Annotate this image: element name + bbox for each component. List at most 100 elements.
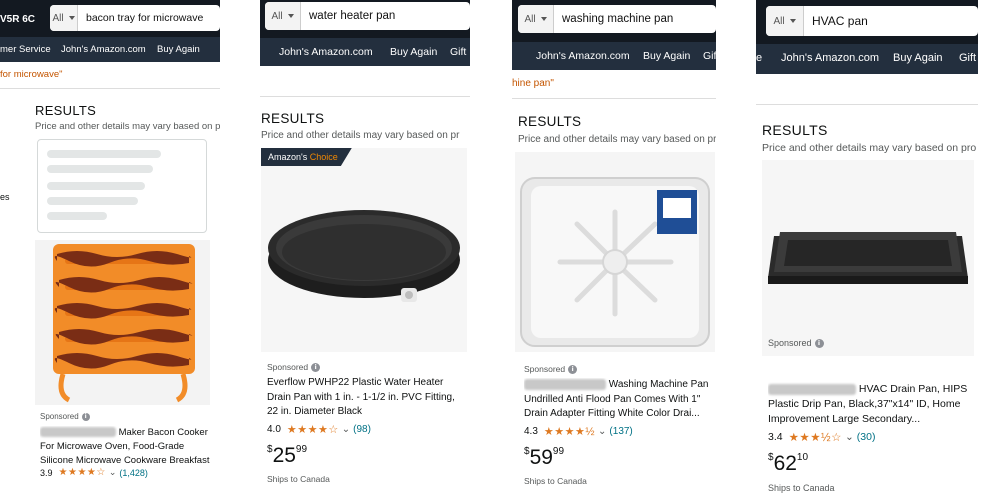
nav-gift[interactable]: Gif — [703, 50, 716, 62]
loading-placeholder — [37, 139, 207, 233]
rating-value: 4.0 — [267, 424, 281, 435]
results-heading: RESULTS — [35, 103, 97, 118]
nav-buy-again[interactable]: Buy Again — [893, 52, 943, 64]
panel-washing-machine-pan: All washing machine pan John's Amazon.co… — [512, 0, 716, 500]
product-title[interactable]: Everflow PWHP22 Plastic Water Heater Dra… — [267, 376, 465, 422]
product-rating[interactable]: 4.3 ★★★★½ ⌄ (137) — [524, 425, 633, 438]
nav-johns-amazon[interactable]: John's Amazon.com — [279, 46, 373, 58]
chevron-down-icon[interactable]: ⌄ — [109, 467, 117, 478]
rating-value: 3.4 — [768, 431, 783, 443]
shipping-note: Ships to Canada — [267, 474, 330, 484]
badge-label: Amazon's — [268, 152, 308, 162]
search-input[interactable]: water heater pan — [301, 10, 395, 22]
chevron-down-icon[interactable]: ⌄ — [845, 431, 854, 443]
nav-gift[interactable]: Gift — [450, 46, 466, 58]
sidebar-fragment: es — [0, 192, 10, 202]
search-input[interactable]: HVAC pan — [804, 14, 868, 28]
search-input[interactable]: bacon tray for microwave — [78, 12, 203, 24]
category-dropdown[interactable]: All — [265, 2, 301, 30]
product-rating[interactable]: 3.9 ★★★★☆ ⌄ (1,428) — [40, 467, 148, 478]
product-image-washing-machine-pan[interactable] — [515, 152, 715, 352]
product-image-bacon-tray[interactable] — [35, 240, 210, 405]
results-note: Price and other details may vary based o… — [762, 142, 977, 154]
sponsored-text: Sponsored — [524, 364, 566, 374]
review-count[interactable]: (98) — [353, 424, 371, 435]
star-rating-icon: ★★★½☆ — [788, 432, 842, 444]
nav-buy-again[interactable]: Buy Again — [390, 46, 437, 58]
product-image-water-heater-pan[interactable] — [261, 148, 467, 352]
review-count[interactable]: (137) — [609, 426, 632, 437]
delivery-location[interactable]: V5R 6C — [0, 14, 35, 25]
placeholder-line — [47, 212, 107, 220]
chevron-down-icon[interactable]: ⌄ — [342, 424, 350, 435]
product-rating[interactable]: 4.0 ★★★★☆ ⌄ (98) — [267, 423, 371, 436]
nav-buy-again[interactable]: Buy Again — [643, 50, 690, 62]
search-refinement: for microwave" — [0, 69, 63, 80]
divider — [260, 96, 470, 97]
nav-johns-amazon[interactable]: John's Amazon.com — [61, 44, 146, 55]
review-count[interactable]: (1,428) — [119, 468, 148, 478]
search-input[interactable]: washing machine pan — [554, 13, 673, 25]
product-title[interactable]: Maker Bacon Cooker For Microwave Oven, F… — [40, 426, 210, 468]
category-dropdown[interactable]: All — [518, 5, 554, 33]
nav-johns-amazon[interactable]: John's Amazon.com — [536, 50, 630, 62]
info-icon[interactable]: i — [311, 362, 321, 372]
product-title[interactable]: Washing Machine Pan Undrilled Anti Flood… — [524, 378, 714, 424]
product-price[interactable]: $5999 — [524, 446, 564, 470]
price-cents: 10 — [796, 452, 809, 463]
rating-value: 4.3 — [524, 426, 538, 437]
sponsored-text: Sponsored — [768, 338, 812, 348]
chevron-down-icon[interactable]: ⌄ — [598, 426, 606, 437]
search-bar[interactable]: All washing machine pan — [518, 5, 716, 33]
divider — [0, 88, 220, 89]
placeholder-line — [47, 197, 138, 205]
category-label: All — [773, 15, 785, 27]
redacted-brand — [40, 427, 116, 438]
nav-customer-service[interactable]: mer Service — [0, 44, 51, 55]
product-title[interactable]: HVAC Drain Pan, HIPS Plastic Drip Pan, B… — [768, 382, 974, 428]
info-icon[interactable]: i — [568, 364, 578, 374]
review-count[interactable]: (30) — [857, 431, 876, 443]
badge-label-accent: Choice — [309, 152, 338, 162]
product-price[interactable]: $2599 — [267, 444, 307, 468]
sponsored-label: Sponsored i — [267, 362, 321, 372]
price-cents: 99 — [295, 444, 308, 455]
search-bar[interactable]: All bacon tray for microwave — [50, 5, 220, 31]
sponsored-text: Sponsored — [40, 412, 79, 421]
divider — [756, 104, 978, 105]
panel-bacon-tray: V5R 6C All bacon tray for microwave mer … — [0, 0, 220, 500]
product-image-hvac-pan[interactable] — [762, 160, 974, 356]
panel-hvac-pan: All HVAC pan e John's Amazon.com Buy Aga… — [756, 0, 978, 500]
spacer — [978, 0, 1000, 500]
category-dropdown[interactable]: All — [50, 5, 78, 31]
sub-navigation: John's Amazon.com Buy Again Gift — [260, 38, 470, 66]
search-bar[interactable]: All HVAC pan — [766, 6, 978, 36]
spacer — [220, 0, 260, 500]
price-cents: 99 — [552, 446, 565, 457]
hvac-pan-illustration — [768, 232, 968, 284]
placeholder-line — [47, 150, 161, 158]
sponsored-label: Sponsored i — [40, 412, 90, 421]
amazons-choice-badge: Amazon's Choice — [261, 148, 352, 166]
placeholder-line — [47, 182, 145, 190]
price-whole: 59 — [529, 446, 553, 469]
spacer — [470, 0, 512, 500]
category-label: All — [524, 13, 536, 25]
search-bar[interactable]: All water heater pan — [265, 2, 470, 30]
spacer — [716, 0, 756, 500]
product-rating[interactable]: 3.4 ★★★½☆ ⌄ (30) — [768, 430, 875, 444]
price-whole: 25 — [272, 444, 296, 467]
results-note: Price and other details may vary based o… — [35, 121, 220, 132]
nav-buy-again[interactable]: Buy Again — [157, 44, 200, 55]
nav-gift[interactable]: Gift — [959, 52, 976, 64]
results-heading: RESULTS — [518, 114, 582, 129]
category-label: All — [52, 12, 64, 24]
info-icon[interactable]: i — [814, 338, 824, 348]
info-icon[interactable]: i — [81, 412, 90, 421]
product-price[interactable]: $6210 — [768, 452, 808, 476]
star-rating-icon: ★★★★☆ — [286, 424, 339, 436]
nav-johns-amazon[interactable]: John's Amazon.com — [781, 52, 879, 64]
chevron-down-icon — [287, 14, 294, 18]
placeholder-line — [47, 165, 153, 173]
category-dropdown[interactable]: All — [766, 6, 804, 36]
